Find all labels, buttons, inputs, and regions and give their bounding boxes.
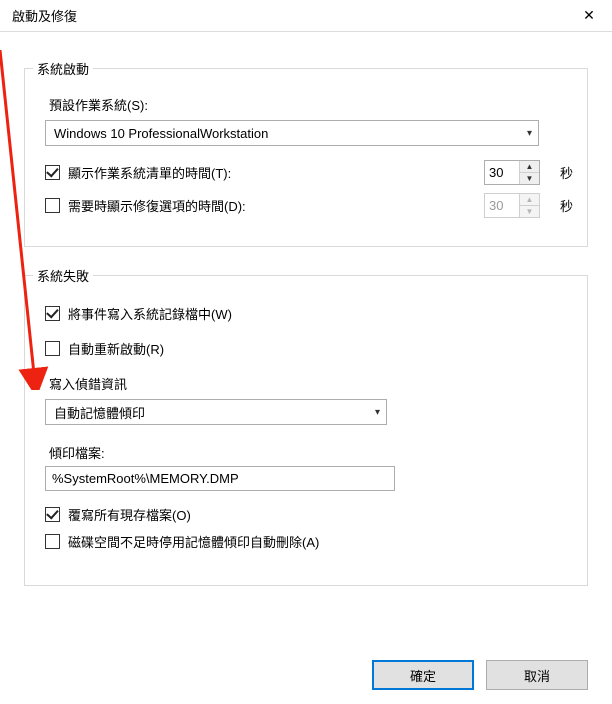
cancel-button[interactable]: 取消 [486,660,588,690]
system-failure-group: 系統失敗 將事件寫入系統記錄檔中(W) 自動重新啟動(R) 寫入偵錯資訊 自動記… [24,275,588,586]
system-startup-group: 系統啟動 預設作業系統(S): Windows 10 ProfessionalW… [24,68,588,247]
dump-file-input[interactable] [45,466,395,491]
show-recovery-seconds-input [485,194,519,217]
debug-type-select[interactable]: 自動記憶體傾印 ▾ [45,399,387,425]
close-button[interactable]: ✕ [566,0,612,32]
debug-info-label: 寫入偵錯資訊 [49,374,573,393]
cancel-button-label: 取消 [524,666,550,685]
overwrite-row: 覆寫所有現存檔案(O) [45,505,573,524]
show-recovery-row: 需要時顯示修復選項的時間(D): ▲ ▼ 秒 [45,193,573,218]
spinner-down-icon: ▼ [520,206,539,217]
debug-type-value: 自動記憶體傾印 [54,403,145,422]
ok-button[interactable]: 確定 [372,660,474,690]
auto-restart-label: 自動重新啟動(R) [68,339,164,358]
show-recovery-unit: 秒 [560,196,573,215]
overwrite-label: 覆寫所有現存檔案(O) [68,505,191,524]
show-os-list-checkbox[interactable] [45,165,60,180]
show-recovery-seconds-spinner: ▲ ▼ [484,193,540,218]
system-failure-title: 系統失敗 [33,266,93,285]
show-os-list-label: 顯示作業系統清單的時間(T): [68,163,231,182]
write-log-checkbox[interactable] [45,306,60,321]
system-startup-title: 系統啟動 [33,59,93,78]
window-title: 啟動及修復 [12,6,77,25]
overwrite-checkbox[interactable] [45,507,60,522]
dump-file-label: 傾印檔案: [49,443,573,462]
close-icon: ✕ [583,7,595,24]
show-os-list-seconds-spinner[interactable]: ▲ ▼ [484,160,540,185]
default-os-value: Windows 10 ProfessionalWorkstation [54,126,268,141]
show-recovery-label: 需要時顯示修復選項的時間(D): [68,196,246,215]
chevron-down-icon: ▾ [375,407,380,418]
auto-restart-row: 自動重新啟動(R) [45,339,573,358]
default-os-label: 預設作業系統(S): [49,95,573,114]
show-os-list-unit: 秒 [560,163,573,182]
low-disk-label: 磁碟空間不足時停用記憶體傾印自動刪除(A) [68,532,319,551]
chevron-down-icon: ▾ [527,128,532,139]
spinner-down-icon[interactable]: ▼ [520,173,539,184]
spinner-up-icon: ▲ [520,194,539,206]
show-os-list-seconds-input[interactable] [485,161,519,184]
write-log-label: 將事件寫入系統記錄檔中(W) [68,304,232,323]
dialog-button-bar: 確定 取消 [372,660,588,690]
ok-button-label: 確定 [410,666,436,685]
show-recovery-checkbox[interactable] [45,198,60,213]
low-disk-row: 磁碟空間不足時停用記憶體傾印自動刪除(A) [45,532,573,551]
title-bar: 啟動及修復 ✕ [0,0,612,32]
dialog-content: 系統啟動 預設作業系統(S): Windows 10 ProfessionalW… [0,32,612,586]
spinner-up-icon[interactable]: ▲ [520,161,539,173]
default-os-select[interactable]: Windows 10 ProfessionalWorkstation ▾ [45,120,539,146]
low-disk-checkbox[interactable] [45,534,60,549]
auto-restart-checkbox[interactable] [45,341,60,356]
show-os-list-row: 顯示作業系統清單的時間(T): ▲ ▼ 秒 [45,160,573,185]
write-log-row: 將事件寫入系統記錄檔中(W) [45,304,573,323]
